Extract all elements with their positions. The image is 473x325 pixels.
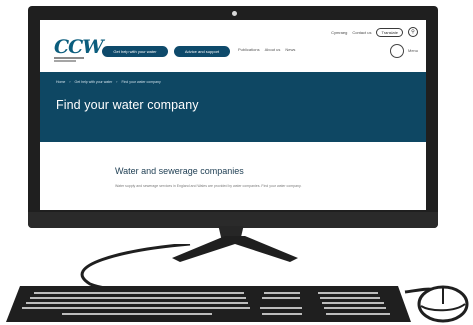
utility-bar: Cymraeg Contact us Translate ⚲ bbox=[331, 26, 418, 38]
search-icon[interactable]: ⚲ bbox=[408, 27, 418, 37]
nav-link-about[interactable]: About us bbox=[265, 47, 281, 52]
hero-banner: Home › Get help with your water › Find y… bbox=[40, 72, 426, 142]
section-paragraph: Water supply and sewerage services in En… bbox=[115, 184, 302, 188]
menu-circle-icon[interactable] bbox=[390, 44, 404, 58]
browser-screen: Cymraeg Contact us Translate ⚲ CCW Get h… bbox=[40, 20, 426, 210]
nav-link-publications[interactable]: Publications bbox=[238, 47, 260, 52]
section-heading: Water and sewerage companies bbox=[115, 166, 244, 176]
utility-link-contact[interactable]: Contact us bbox=[352, 30, 371, 35]
nav-link-news[interactable]: News bbox=[285, 47, 295, 52]
translate-button[interactable]: Translate bbox=[376, 27, 403, 37]
monitor-stand bbox=[172, 236, 298, 262]
logo-wordmark: CCW bbox=[54, 36, 104, 58]
nav-button-get-help[interactable]: Get help with your water bbox=[102, 46, 168, 57]
breadcrumb: Home › Get help with your water › Find y… bbox=[56, 80, 161, 84]
monitor-chin bbox=[28, 212, 438, 228]
keyboard bbox=[6, 286, 411, 322]
nav-links: Publications About us News bbox=[238, 47, 295, 52]
menu-label[interactable]: Menu bbox=[408, 48, 418, 53]
breadcrumb-item[interactable]: Home bbox=[56, 80, 65, 84]
utility-link-cymraeg[interactable]: Cymraeg bbox=[331, 30, 347, 35]
webcam-icon bbox=[232, 11, 237, 16]
mouse bbox=[417, 285, 469, 323]
monitor: Cymraeg Contact us Translate ⚲ CCW Get h… bbox=[28, 6, 438, 228]
nav-button-advice[interactable]: Advice and support bbox=[174, 46, 230, 57]
breadcrumb-item[interactable]: Get help with your water bbox=[75, 80, 113, 84]
site-logo[interactable]: CCW bbox=[54, 36, 104, 62]
page-title: Find your water company bbox=[56, 98, 199, 112]
breadcrumb-item: Find your water company bbox=[121, 80, 161, 84]
